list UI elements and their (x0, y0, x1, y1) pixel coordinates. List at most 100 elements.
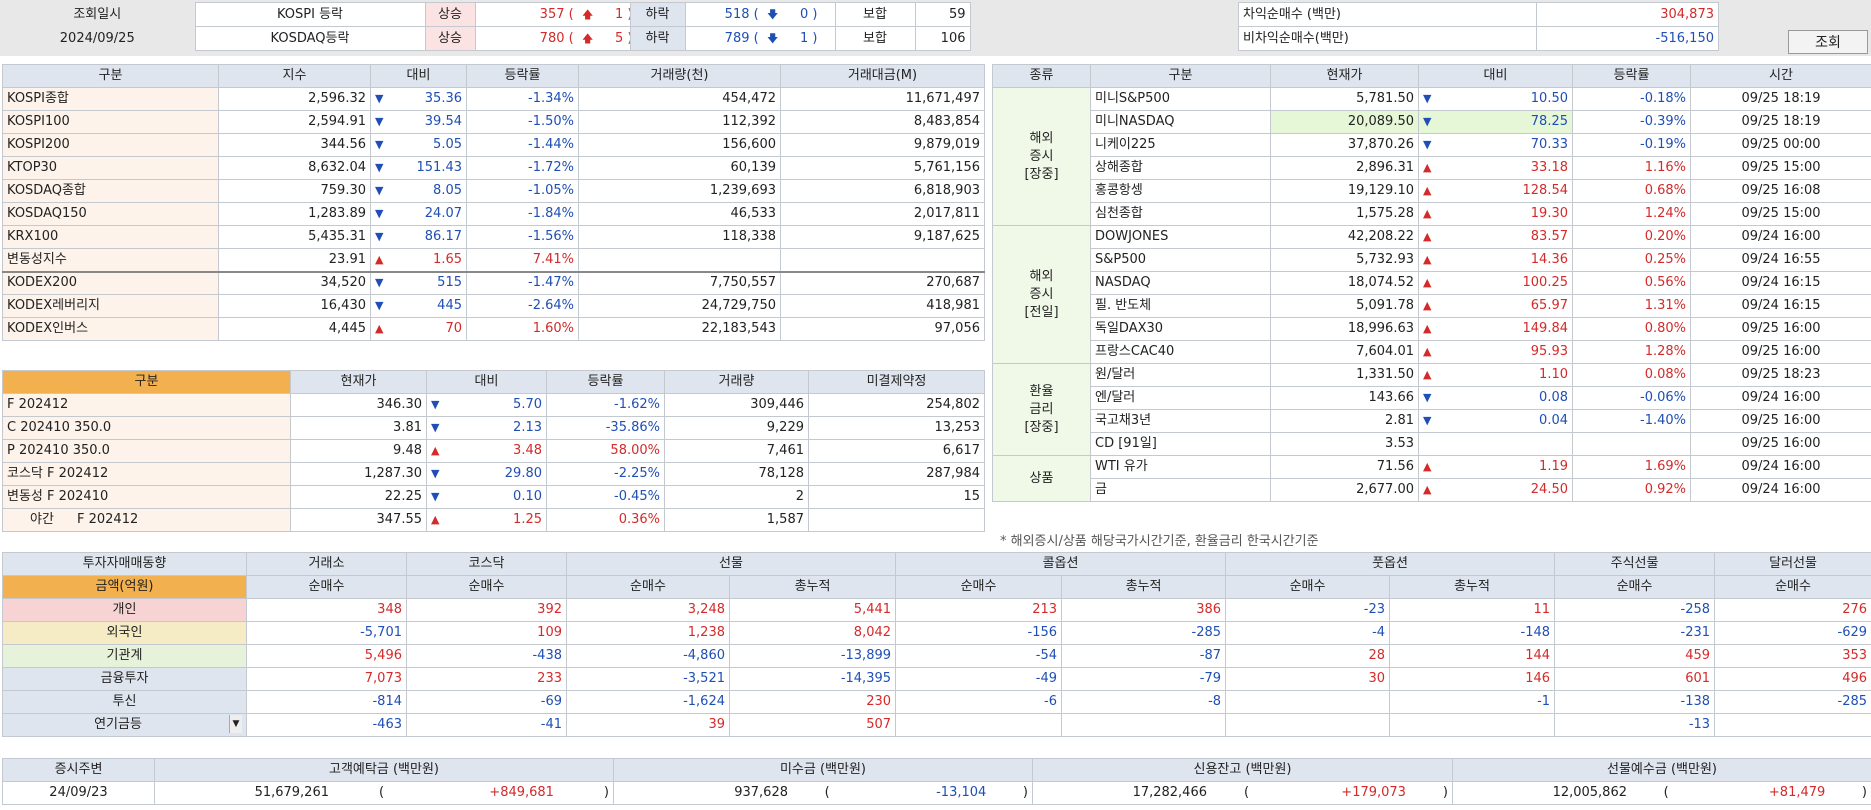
index-change-wrap: ▲ 70 (375, 319, 462, 339)
deposit-cell: 51,679,261 (+849,681) (154, 781, 614, 805)
world-header-1: 구분 (1090, 64, 1271, 88)
investor-value (895, 713, 1063, 737)
query-button[interactable]: 조회 (1788, 30, 1868, 54)
futures-name: P 202410 350.0 (2, 439, 291, 463)
investor-sub-0: 순매수 (246, 575, 407, 599)
world-name: 미니S&P500 (1090, 87, 1271, 111)
investor-name: 기관계 (2, 644, 247, 668)
index-name: KOSPI종합 (2, 87, 219, 111)
futures-change: ▼ 5.70 (426, 393, 547, 417)
table-row: KOSPI100 2,594.91 ▼ 39.54 -1.50% 112,392 8,483… (2, 110, 985, 134)
paren-close: ) (1442, 785, 1448, 800)
table-row: 금융투자 7,073 233 -3,521 -14,395 -49 -79 30 146 601 4… (2, 667, 1871, 691)
investor-value: -13,899 (728, 644, 897, 668)
world-name: 필. 반도체 (1090, 294, 1271, 318)
index-value: 2,594.91 (218, 110, 371, 134)
world-time: 09/24 16:15 (1690, 271, 1871, 295)
world-change-value: 24.50 (1530, 482, 1568, 497)
index-pct: -1.34% (466, 87, 579, 111)
investor-value (1714, 713, 1871, 737)
world-time: 09/24 16:00 (1690, 386, 1871, 410)
world-value: 20,089.50 (1270, 110, 1419, 134)
world-change-value: 33.18 (1530, 160, 1568, 175)
arrow-up-icon: ▲ (375, 322, 384, 335)
investor-value: -156 (895, 621, 1063, 645)
world-change-wrap: ▲ 1.10 (1423, 365, 1568, 385)
kosdaq-down-count: 789 ( 🡇 1 ) (684, 26, 836, 51)
index-amount: 6,818,903 (780, 179, 985, 203)
table-row: KODEX200 34,520 ▼ 515 -1.47% 7,750,557 270,687 (2, 271, 985, 295)
world-change: ▲ 24.50 (1418, 478, 1573, 502)
table-row: 엔/달러 143.66 ▼ 0.08 -0.06% 09/24 16:00 (993, 386, 1871, 410)
futures-volume: 309,446 (664, 393, 809, 417)
index-name: KOSPI100 (2, 110, 219, 134)
arrow-up-icon: ▲ (1423, 460, 1432, 473)
arrow-down-icon: ▼ (1423, 92, 1432, 105)
investor-value: -23 (1225, 598, 1391, 622)
table-row: KODEX레버리지 16,430 ▼ 445 -2.64% 24,729,750 418,9… (2, 294, 985, 318)
index-volume: 1,239,693 (578, 179, 781, 203)
world-value: 3.53 (1270, 432, 1419, 456)
world-change-wrap: ▼ 0.08 (1423, 388, 1568, 408)
futures-change-wrap: ▼ 29.80 (431, 464, 542, 484)
investor-title: 투자자매매동향 (2, 552, 247, 576)
futures-pct: -2.25% (546, 462, 665, 486)
arbitrage-table: 차익순매수 (백만) 304,873 비차익순매수(백만) -516,150 (1238, 2, 1719, 51)
investor-group-0: 거래소 (246, 552, 407, 576)
index-name: KODEX200 (2, 271, 219, 295)
table-row: KRX100 5,435.31 ▼ 86.17 -1.56% 118,338 9,187,6… (2, 225, 985, 249)
index-header-3: 등락률 (466, 64, 579, 88)
deposit-cell-wrap: 17,282,466 (+179,073) (1037, 783, 1448, 803)
investor-value: 496 (1714, 667, 1871, 691)
futures-pct: 58.00% (546, 439, 665, 463)
investor-value: -629 (1714, 621, 1871, 645)
table-row: 외국인 -5,701 109 1,238 8,042 -156 -285 -4 -148 -231… (2, 621, 1871, 645)
deposit-cell-wrap: 12,005,862 (+81,479) (1457, 783, 1867, 803)
arrow-down-icon: ▼ (1423, 115, 1432, 128)
investor-value: 230 (728, 690, 897, 714)
futures-value: 22.25 (290, 485, 427, 509)
index-value: 2,596.32 (218, 87, 371, 111)
investor-value: -285 (1061, 621, 1227, 645)
world-name: WTI 유가 (1090, 455, 1271, 479)
index-value: 34,520 (218, 271, 371, 295)
index-change-value: 515 (437, 275, 462, 291)
investor-name: 외국인 (2, 621, 247, 645)
deposit-value: 12,005,862 (1552, 785, 1627, 800)
deposit-header-1: 고객예탁금 (백만원) (154, 758, 614, 782)
investor-value: 459 (1554, 644, 1716, 668)
futures-table-header: 구분 현재가 대비 등락률 거래량 미결제약정 (2, 370, 985, 394)
world-value: 2,677.00 (1270, 478, 1419, 502)
index-change-wrap: ▼ 5.05 (375, 135, 462, 155)
table-row: NASDAQ 18,074.52 ▲ 100.25 0.56% 09/24 16:15 (993, 271, 1871, 295)
arrow-down-icon: ▼ (431, 421, 440, 434)
arrow-up-icon: ▲ (1423, 207, 1432, 220)
world-header-4: 등락률 (1572, 64, 1691, 88)
index-change-wrap: ▼ 445 (375, 296, 462, 316)
table-row: 니케이225 37,870.26 ▼ 70.33 -0.19% 09/25 00:00 (993, 133, 1871, 157)
world-name: DOWJONES (1090, 225, 1271, 249)
investor-value: 7,073 (246, 667, 407, 691)
index-name: KOSDAQ150 (2, 202, 219, 226)
arrow-up-icon: ▲ (375, 252, 384, 266)
paren-open: ( (378, 785, 385, 800)
index-header-1: 지수 (218, 64, 371, 88)
futures-volume: 78,128 (664, 462, 809, 486)
deposit-change: +179,073 (1341, 785, 1406, 800)
query-date: 2024/09/25 (0, 26, 195, 51)
world-change: ▲ 83.57 (1418, 225, 1573, 249)
index-change: ▼ 35.36 (370, 87, 467, 111)
arrow-down-icon: ▼ (375, 207, 384, 220)
deposit-value: 51,679,261 (254, 785, 329, 800)
investor-name: 투신 (2, 690, 247, 714)
dropdown-icon[interactable]: ▼ (229, 715, 242, 733)
index-pct: -1.44% (466, 133, 579, 157)
arrow-down-icon: ▼ (375, 299, 384, 312)
table-row: 환율 금리 [장중] 원/달러 1,331.50 ▲ 1.10 0.08% 09/25 18… (992, 363, 1871, 456)
futures-header-5: 미결제약정 (808, 370, 985, 394)
world-change: ▲ 65.97 (1418, 294, 1573, 318)
investor-sub-8: 순매수 (1554, 575, 1716, 599)
investor-name-text: 투신 (112, 694, 137, 709)
world-change: ▲ 14.36 (1418, 248, 1573, 272)
world-change-value: 0.08 (1539, 390, 1568, 405)
